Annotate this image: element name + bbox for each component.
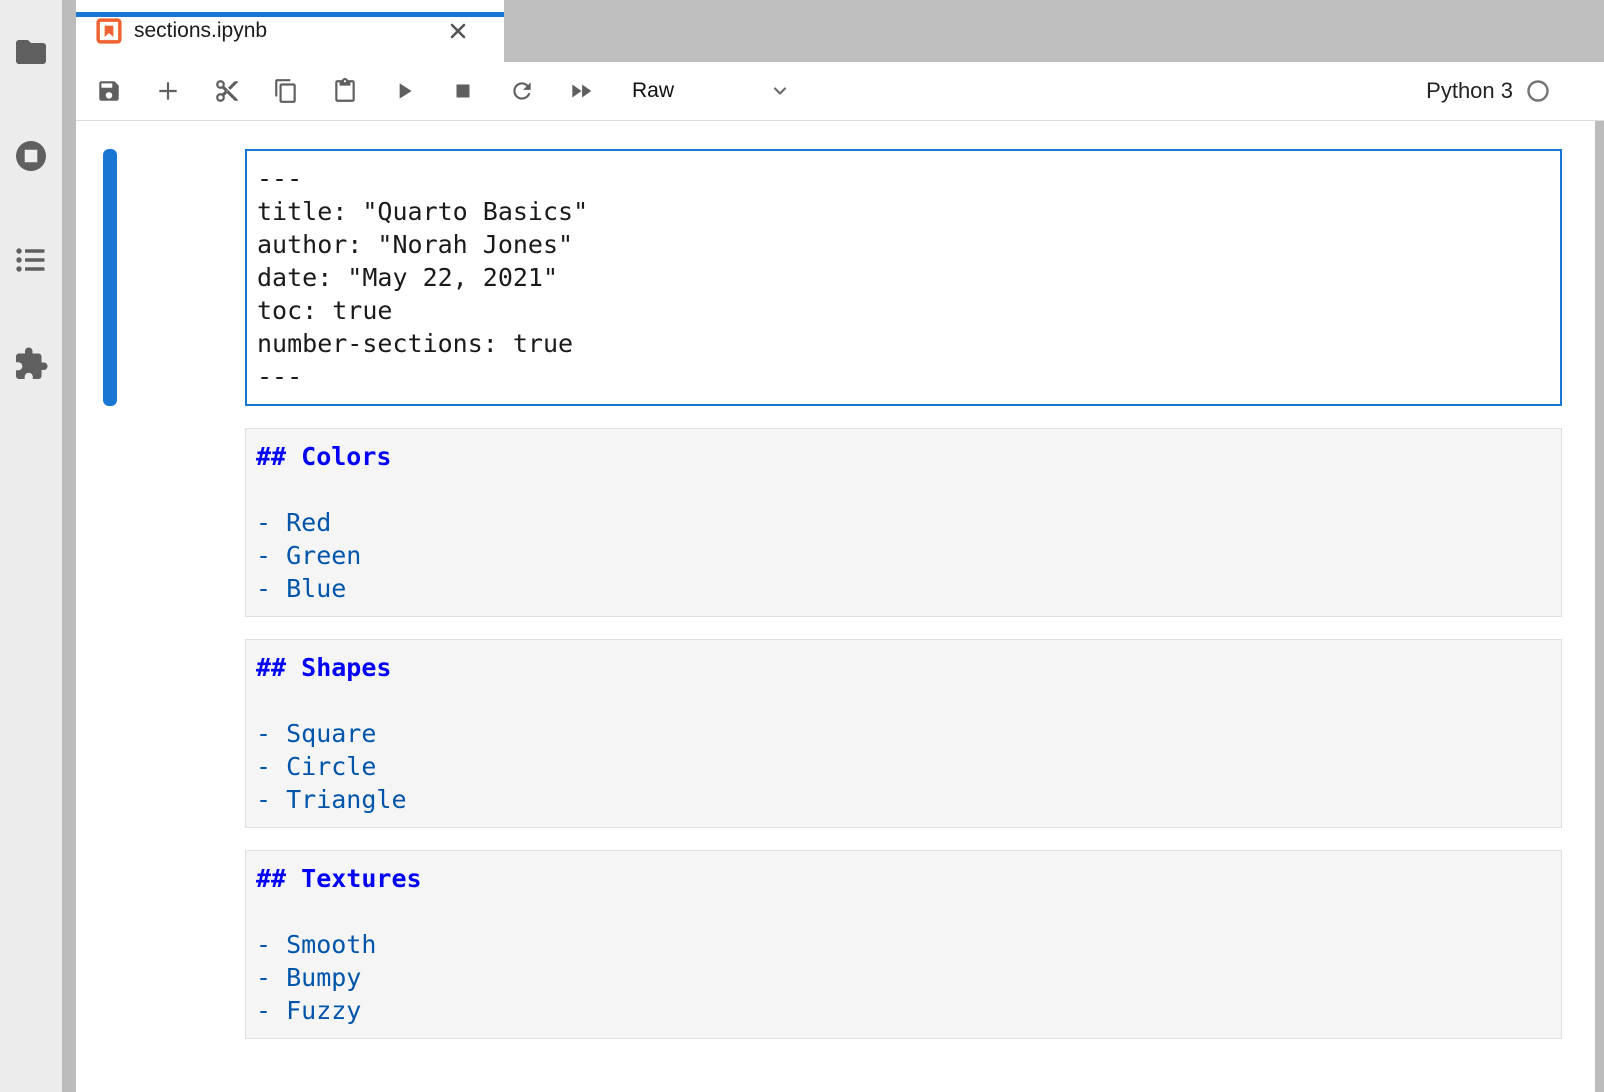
main-area: sections.ipynb — [76, 0, 1604, 1092]
close-icon[interactable] — [446, 19, 470, 43]
code-line: date: "May 22, 2021" — [257, 261, 1550, 294]
file-browser-icon[interactable] — [13, 34, 49, 70]
kernel-name: Python 3 — [1426, 78, 1513, 104]
code-line: ## Textures — [256, 862, 1551, 895]
insert-cell-button[interactable] — [155, 78, 181, 104]
cell-prompt-area — [117, 639, 245, 828]
code-line: - Square — [256, 717, 1551, 750]
cell-editor[interactable]: ## Textures - Smooth- Bumpy- Fuzzy — [245, 850, 1562, 1039]
left-activity-bar — [0, 0, 62, 1092]
cell-editor[interactable]: ## Colors - Red- Green- Blue — [245, 428, 1562, 617]
code-line: title: "Quarto Basics" — [257, 195, 1550, 228]
paste-cells-button[interactable] — [332, 78, 358, 104]
code-line: number-sections: true — [257, 327, 1550, 360]
code-line: - Bumpy — [256, 961, 1551, 994]
notebook-cell-markdown[interactable]: ## Colors - Red- Green- Blue — [76, 428, 1604, 617]
cell-prompt-area — [117, 850, 245, 1039]
code-line: - Blue — [256, 572, 1551, 605]
cell-collapser[interactable] — [103, 149, 117, 406]
code-line — [256, 473, 1551, 506]
code-line: --- — [257, 162, 1550, 195]
code-line: ## Shapes — [256, 651, 1551, 684]
sidebar-splitter — [62, 0, 76, 1092]
notebook-cell-markdown[interactable]: ## Shapes - Square- Circle- Triangle — [76, 639, 1604, 828]
jupyterlab-window: sections.ipynb — [0, 0, 1604, 1092]
active-tab-accent-line — [76, 12, 504, 17]
notebook-icon — [96, 18, 122, 44]
notebook-cell-raw[interactable]: ---title: "Quarto Basics"author: "Norah … — [76, 149, 1604, 406]
save-button[interactable] — [96, 78, 122, 104]
tab-sections-ipynb[interactable]: sections.ipynb — [76, 0, 504, 62]
run-cell-button[interactable] — [391, 78, 417, 104]
code-line: --- — [257, 360, 1550, 393]
code-line: - Fuzzy — [256, 994, 1551, 1027]
cell-type-dropdown[interactable]: Raw — [632, 79, 790, 103]
kernel-idle-circle-icon — [1526, 79, 1550, 103]
code-line: author: "Norah Jones" — [257, 228, 1550, 261]
chevron-down-icon — [770, 81, 790, 101]
right-panel-strip — [1595, 121, 1604, 1092]
code-line: - Triangle — [256, 783, 1551, 816]
code-line: - Red — [256, 506, 1551, 539]
running-sessions-icon[interactable] — [13, 138, 49, 174]
run-all-cells-button[interactable] — [568, 78, 594, 104]
table-of-contents-icon[interactable] — [13, 242, 49, 278]
cell-collapser[interactable] — [103, 428, 117, 617]
cell-type-value: Raw — [632, 79, 674, 103]
cell-collapser[interactable] — [103, 850, 117, 1039]
cell-prompt-area — [117, 428, 245, 617]
code-line: - Green — [256, 539, 1551, 572]
notebook-cell-markdown[interactable]: ## Textures - Smooth- Bumpy- Fuzzy — [76, 850, 1604, 1039]
code-line: - Smooth — [256, 928, 1551, 961]
cell-prompt-area — [117, 149, 245, 406]
kernel-indicator[interactable]: Python 3 — [1426, 78, 1604, 104]
cut-cells-button[interactable] — [214, 78, 240, 104]
cell-collapser[interactable] — [103, 639, 117, 828]
code-line: ## Colors — [256, 440, 1551, 473]
tab-title: sections.ipynb — [134, 19, 267, 43]
interrupt-kernel-button[interactable] — [450, 78, 476, 104]
restart-kernel-button[interactable] — [509, 78, 535, 104]
code-line — [256, 895, 1551, 928]
tab-bar: sections.ipynb — [76, 0, 1604, 62]
code-line: toc: true — [257, 294, 1550, 327]
code-line — [256, 684, 1551, 717]
copy-cells-button[interactable] — [273, 78, 299, 104]
cell-editor[interactable]: ## Shapes - Square- Circle- Triangle — [245, 639, 1562, 828]
notebook-toolbar: Raw Python 3 — [76, 62, 1604, 121]
cell-editor[interactable]: ---title: "Quarto Basics"author: "Norah … — [245, 149, 1562, 406]
notebook-panel: ---title: "Quarto Basics"author: "Norah … — [76, 121, 1604, 1092]
code-line: - Circle — [256, 750, 1551, 783]
extensions-puzzle-icon[interactable] — [13, 346, 49, 382]
